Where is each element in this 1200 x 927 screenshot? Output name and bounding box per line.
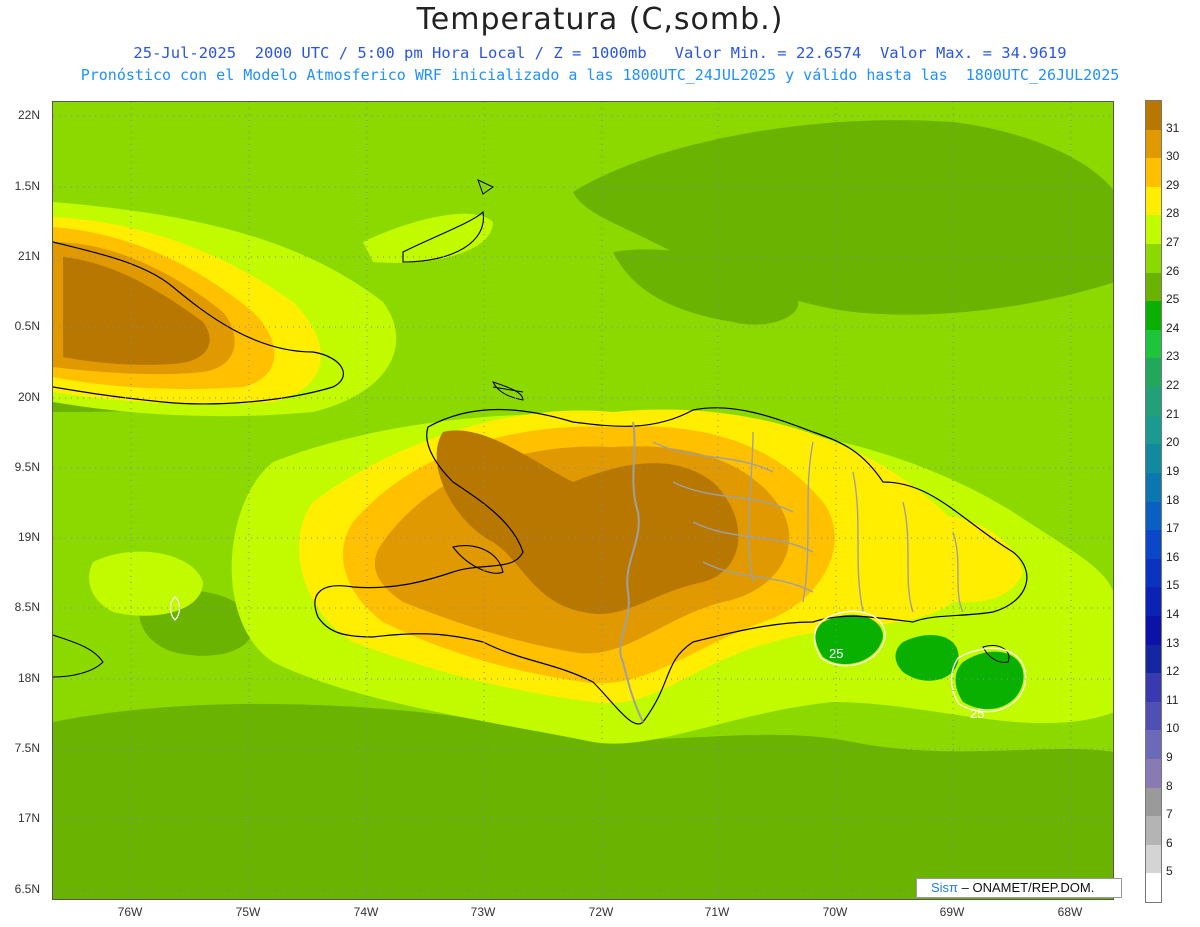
lat-label-22n: 22N: [17, 108, 40, 122]
colorbar-segment: [1146, 701, 1161, 731]
colorbar-label: 28: [1166, 206, 1180, 221]
map-title: Temperatura (C,somb.): [416, 2, 784, 37]
lon-label-68w: 68W: [1057, 905, 1083, 919]
colorbar-label: 23: [1166, 349, 1180, 364]
subtitle-line-2: Pronóstico con el Modelo Atmosferico WRF…: [80, 66, 1120, 84]
colorbar-segment: [1146, 329, 1161, 359]
lat-label-21-5n: 1.5N: [14, 179, 40, 193]
credit-brand: Sisπ: [931, 880, 959, 895]
colorbar-label: 25: [1166, 292, 1180, 307]
credit-org: – ONAMET/REP.DOM.: [961, 880, 1095, 895]
credit-box: Sisπ – ONAMET/REP.DOM.: [916, 878, 1122, 898]
lat-label-20-5n: 0.5N: [14, 319, 40, 333]
lat-label-18-5n: 8.5N: [14, 600, 40, 614]
colorbar-label: 17: [1166, 521, 1180, 536]
colorbar-segment: [1146, 730, 1161, 760]
lon-label-69w: 69W: [939, 905, 965, 919]
temperature-map: 25 25: [52, 101, 1114, 900]
colorbar-label: 14: [1166, 606, 1180, 621]
map-canvas: 25 25: [53, 102, 1113, 899]
colorbar-segment: [1146, 615, 1161, 646]
colorbar-segment: [1146, 673, 1161, 703]
lat-label-19n: 19N: [17, 530, 40, 544]
colorbar-label: 10: [1166, 721, 1180, 736]
lon-label-73w: 73W: [470, 905, 496, 919]
lon-label-70w: 70W: [822, 905, 848, 919]
colorbar-segment: [1146, 129, 1161, 159]
lat-label-18n: 18N: [17, 671, 40, 685]
colorbar-segment: [1146, 272, 1161, 302]
colorbar-segment: [1146, 758, 1161, 789]
colorbar-segment: [1146, 158, 1161, 188]
colorbar-label: 31: [1166, 120, 1180, 135]
colorbar-label: 30: [1166, 149, 1180, 164]
lat-label-17-5n: 7.5N: [14, 741, 40, 755]
colorbar-segment: [1146, 787, 1161, 817]
colorbar-segment: [1146, 358, 1161, 388]
lat-label-17n: 17N: [17, 811, 40, 825]
subtitle-line-1: 25-Jul-2025 2000 UTC / 5:00 pm Hora Loca…: [133, 44, 1067, 62]
contour-label-25-b: 25: [970, 706, 984, 721]
colorbar-label: 26: [1166, 263, 1180, 278]
colorbar-segment: [1146, 558, 1161, 588]
colorbar-segment: [1146, 816, 1161, 846]
colorbar-label: 6: [1166, 835, 1173, 850]
colorbar-segment: [1146, 301, 1161, 331]
colorbar-segment: [1146, 444, 1161, 474]
lat-label-21n: 21N: [17, 249, 40, 263]
colorbar-label: 16: [1166, 549, 1180, 564]
colorbar-segment: [1146, 387, 1161, 417]
colorbar-segment: [1146, 501, 1161, 531]
colorbar-label: 8: [1166, 778, 1173, 793]
colorbar-segment: [1146, 101, 1161, 131]
colorbar-label: 13: [1166, 635, 1180, 650]
colorbar-label: 19: [1166, 463, 1180, 478]
colorbar-label: 21: [1166, 406, 1180, 421]
lon-label-71w: 71W: [704, 905, 730, 919]
colorbar-label: 12: [1166, 664, 1180, 679]
colorbar-label: 9: [1166, 749, 1173, 764]
colorbar-label: 20: [1166, 435, 1180, 450]
lon-label-72w: 72W: [588, 905, 614, 919]
colorbar-segment: [1146, 587, 1161, 617]
colorbar-segment: [1146, 530, 1161, 560]
colorbar-segment: [1146, 472, 1161, 502]
colorbar-label: 15: [1166, 578, 1180, 593]
colorbar: [1145, 100, 1162, 903]
contour-label-25-a: 25: [829, 646, 843, 661]
colorbar-label: 27: [1166, 235, 1180, 250]
lat-label-16-5n: 6.5N: [14, 882, 40, 896]
lat-label-19-5n: 9.5N: [14, 460, 40, 474]
colorbar-segment: [1146, 186, 1161, 216]
colorbar-label: 22: [1166, 378, 1180, 393]
lon-label-74w: 74W: [353, 905, 379, 919]
colorbar-segment: [1146, 873, 1161, 903]
colorbar-label: 5: [1166, 864, 1173, 879]
lat-label-20n: 20N: [17, 390, 40, 404]
colorbar-segment: [1146, 844, 1161, 874]
colorbar-segment: [1146, 215, 1161, 245]
colorbar-segment: [1146, 644, 1161, 674]
colorbar-label: 7: [1166, 807, 1173, 822]
colorbar-segment: [1146, 244, 1161, 274]
colorbar-label: 11: [1166, 692, 1179, 707]
colorbar-label: 24: [1166, 320, 1180, 335]
lon-label-75w: 75W: [235, 905, 261, 919]
colorbar-label: 29: [1166, 177, 1180, 192]
colorbar-segment: [1146, 415, 1161, 445]
colorbar-label: 18: [1166, 492, 1180, 507]
lon-label-76w: 76W: [117, 905, 143, 919]
